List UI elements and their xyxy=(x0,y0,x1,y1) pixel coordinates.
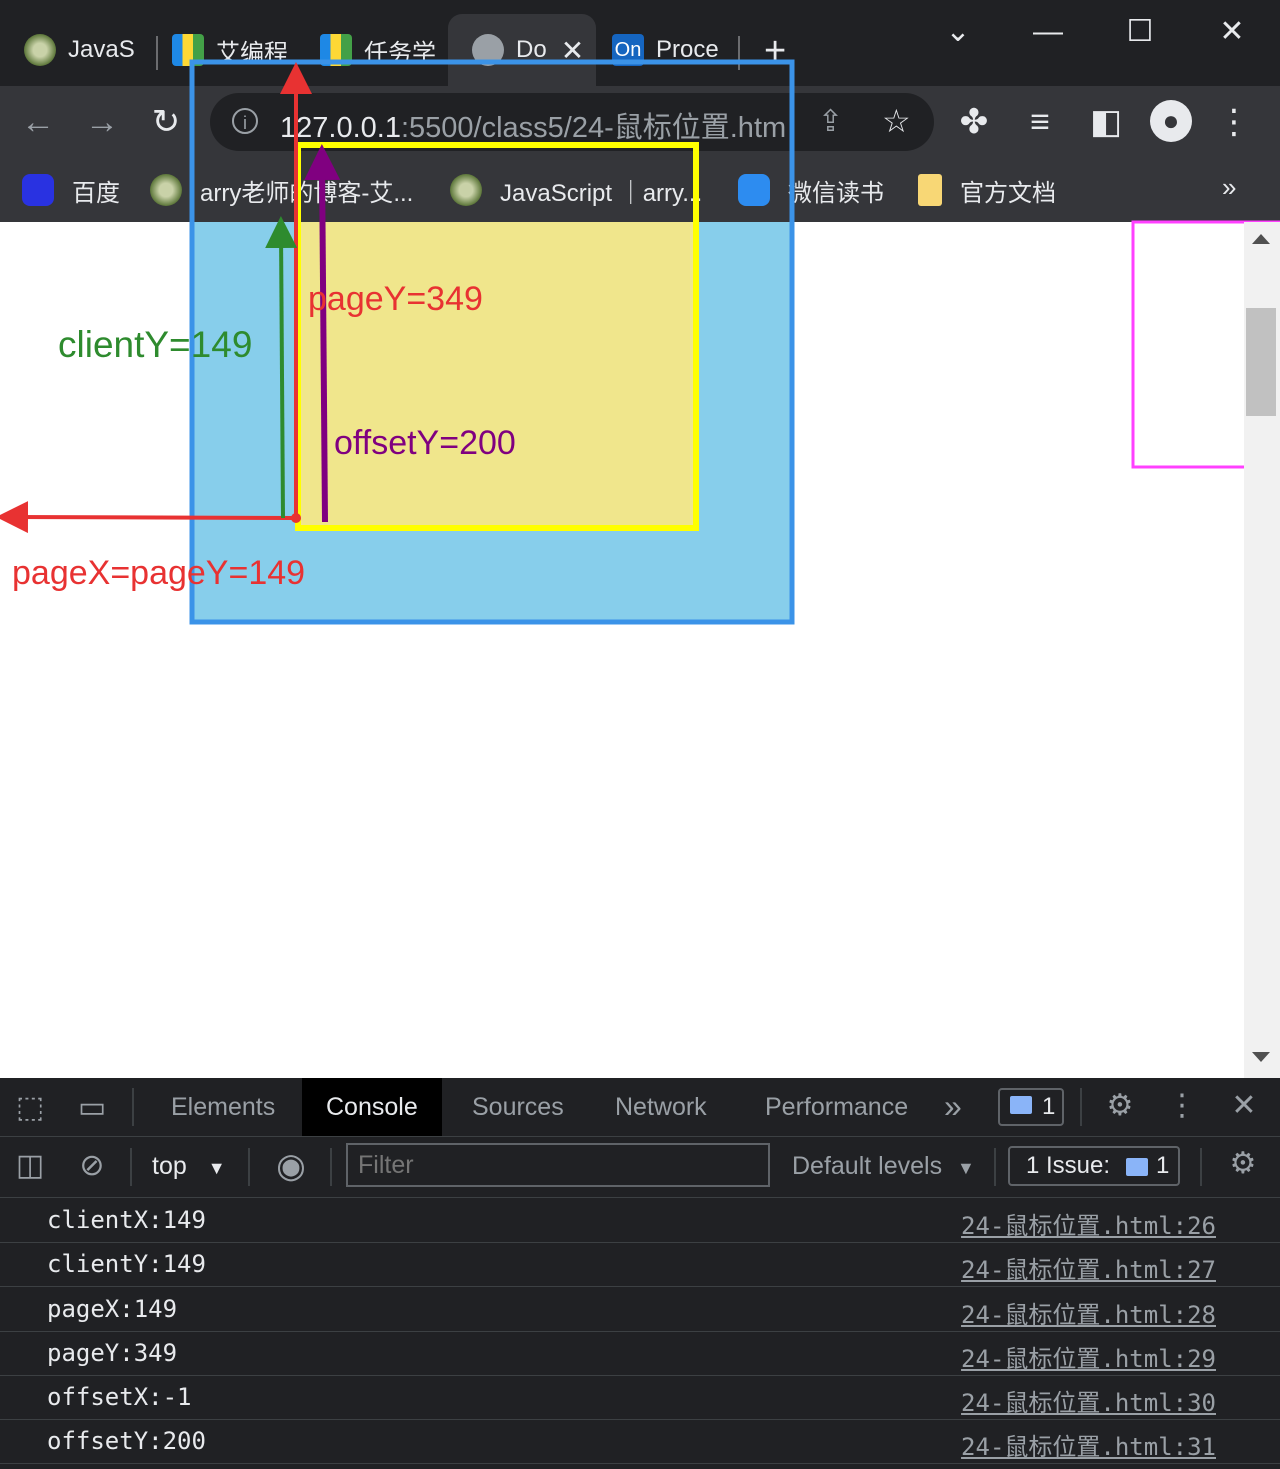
settings-gear-icon[interactable]: ⚙ xyxy=(1100,1088,1140,1123)
issue-message-icon xyxy=(1126,1158,1148,1176)
log-text: offsetX:-1 xyxy=(47,1383,192,1411)
console-message: clientY:149 24-鼠标位置.html:27 xyxy=(0,1242,1280,1287)
element-outline xyxy=(295,142,699,531)
clear-console-icon[interactable]: ⊘ xyxy=(72,1148,112,1183)
log-source-link[interactable]: 24-鼠标位置.html:29 xyxy=(961,1339,1216,1374)
issues-count: 1 xyxy=(1156,1152,1170,1179)
toolbar-divider xyxy=(130,1148,132,1186)
tab-sources[interactable]: Sources xyxy=(448,1078,588,1136)
message-icon xyxy=(1010,1096,1032,1114)
issues-label: 1 Issue: xyxy=(1026,1152,1111,1179)
log-text: offsetY:200 xyxy=(47,1427,206,1455)
console-message: offsetX:-1 24-鼠标位置.html:30 xyxy=(0,1375,1280,1420)
tab-performance[interactable]: Performance xyxy=(741,1078,932,1136)
close-devtools-icon[interactable]: ✕ xyxy=(1226,1088,1262,1123)
log-source-link[interactable]: 24-鼠标位置.html:26 xyxy=(961,1206,1216,1241)
tab-elements[interactable]: Elements xyxy=(147,1078,299,1136)
log-levels-dropdown[interactable]: Default levels ▼ xyxy=(792,1152,975,1181)
messages-badge[interactable]: 1 xyxy=(998,1088,1064,1126)
dropdown-arrow-icon: ▼ xyxy=(957,1158,975,1178)
live-expression-eye-icon[interactable]: ◉ xyxy=(268,1146,314,1186)
toolbar-divider xyxy=(994,1148,996,1186)
client-y-arrow xyxy=(265,216,298,519)
devtools-menu-icon[interactable]: ⋮ xyxy=(1164,1088,1200,1123)
page-x-arrow xyxy=(0,501,293,534)
device-toolbar-icon[interactable]: ▭ xyxy=(72,1090,112,1125)
tab-network[interactable]: Network xyxy=(591,1078,731,1136)
log-source-link[interactable]: 24-鼠标位置.html:31 xyxy=(961,1427,1216,1462)
toolbar-divider xyxy=(248,1148,250,1186)
client-y-label: clientY=149 xyxy=(58,324,253,365)
offset-y-label: offsetY=200 xyxy=(334,424,516,462)
more-tabs-icon[interactable]: » xyxy=(944,1088,962,1125)
toolbar-divider xyxy=(330,1148,332,1186)
mouse-point xyxy=(291,513,301,523)
toolbar-divider xyxy=(132,1088,134,1126)
inspect-element-icon[interactable]: ⬚ xyxy=(12,1090,48,1125)
context-selector[interactable]: top ▼ xyxy=(152,1152,226,1181)
log-text: clientX:149 xyxy=(47,1206,206,1234)
console-message: offsetY:200 24-鼠标位置.html:31 xyxy=(0,1419,1280,1464)
page-xy-label: pageX=pageY=149 xyxy=(12,554,306,592)
log-levels-value: Default levels xyxy=(792,1152,943,1180)
log-source-link[interactable]: 24-鼠标位置.html:30 xyxy=(961,1383,1216,1418)
scrollbar-thumb[interactable] xyxy=(1246,308,1276,416)
sidebar-toggle-icon[interactable]: ◫ xyxy=(10,1148,50,1183)
log-text: clientY:149 xyxy=(47,1250,206,1278)
console-filter-input[interactable] xyxy=(346,1143,770,1187)
console-output: clientX:149 24-鼠标位置.html:26 clientY:149 … xyxy=(0,1198,1280,1469)
toolbar-divider xyxy=(1080,1088,1082,1126)
tab-console[interactable]: Console xyxy=(302,1078,442,1136)
log-source-link[interactable]: 24-鼠标位置.html:28 xyxy=(961,1295,1216,1330)
page-y-label: pageY=349 xyxy=(308,280,483,318)
log-text: pageY:349 xyxy=(47,1339,178,1367)
context-value: top xyxy=(152,1152,187,1180)
log-source-link[interactable]: 24-鼠标位置.html:27 xyxy=(961,1250,1216,1285)
console-message: pageX:149 24-鼠标位置.html:28 xyxy=(0,1287,1280,1332)
console-message: clientX:149 24-鼠标位置.html:26 xyxy=(0,1198,1280,1243)
log-text: pageX:149 xyxy=(47,1295,178,1323)
scroll-up-icon[interactable] xyxy=(1252,234,1270,244)
messages-count: 1 xyxy=(1042,1093,1056,1120)
dropdown-arrow-icon: ▼ xyxy=(207,1158,226,1178)
offset-y-arrow xyxy=(304,144,341,523)
scroll-down-icon[interactable] xyxy=(1252,1052,1270,1062)
console-settings-gear-icon[interactable]: ⚙ xyxy=(1222,1146,1264,1181)
issues-button[interactable]: 1 Issue: 1 xyxy=(1008,1146,1180,1186)
toolbar-divider xyxy=(1200,1148,1202,1186)
console-message: pageY:349 24-鼠标位置.html:29 xyxy=(0,1331,1280,1376)
